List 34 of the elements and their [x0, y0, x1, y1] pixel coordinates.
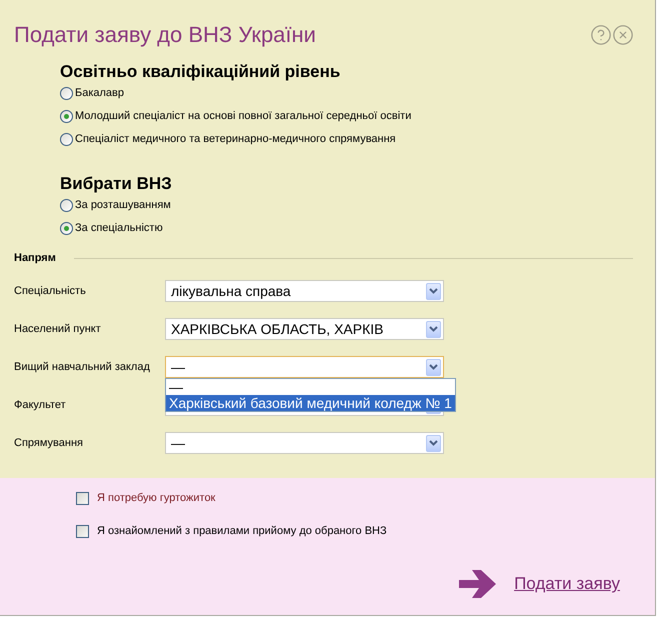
option-label: За спеціальністю — [75, 221, 163, 236]
dialog-title: Подати заяву до ВНЗ України — [14, 22, 316, 48]
arrow-right-icon — [459, 570, 496, 598]
checkbox[interactable] — [76, 492, 89, 505]
field-label: Спеціальність — [14, 284, 87, 299]
checkbox[interactable] — [76, 525, 89, 538]
group-heading: Напрям — [14, 250, 56, 266]
field-label: Населений пункт — [14, 322, 102, 337]
radio-button[interactable] — [60, 199, 73, 212]
field-label: Факультет — [14, 398, 67, 413]
dropdown-field[interactable]: ХАРКІВСЬКА ОБЛАСТЬ, ХАРКІВ — [165, 318, 444, 340]
submit-link[interactable]: Подати заяву — [514, 571, 620, 597]
checkbox-label: Я потребую гуртожиток — [97, 491, 216, 506]
option-label: Молодший спеціаліст на основі повної загальної середньої освіти — [75, 109, 412, 124]
field-label: Спрямування — [14, 436, 84, 451]
chevron-down-icon — [426, 320, 441, 338]
chevron-down-icon — [426, 282, 441, 300]
option-label: Бакалавр — [75, 86, 124, 102]
radio-button[interactable] — [60, 133, 73, 146]
option-label: За розташуванням — [75, 198, 171, 214]
dropdown-field[interactable]: — — [165, 356, 444, 378]
dropdown-field[interactable]: лікувальна справа — [165, 280, 444, 302]
chevron-down-icon — [426, 358, 441, 376]
chevron-down-icon — [426, 434, 441, 452]
radio-button[interactable] — [60, 222, 73, 235]
option-label: Спеціаліст медичного та ветеринарно-медичного спрямування — [75, 132, 396, 148]
radio-button[interactable] — [60, 87, 73, 100]
section-heading: Вибрати ВНЗ — [60, 174, 172, 194]
section-heading: Освітньо кваліфікаційний рівень — [60, 62, 340, 82]
field-label: Вищий навчальний заклад — [14, 360, 151, 375]
radio-button[interactable] — [60, 110, 73, 123]
checkbox-label: Я ознайомлений з правилами прийому до обраного ВНЗ — [97, 524, 387, 540]
dropdown-option[interactable]: Харківський базовий медичний коледж № 1 — [166, 395, 455, 411]
dropdown-field[interactable]: — — [165, 432, 444, 454]
